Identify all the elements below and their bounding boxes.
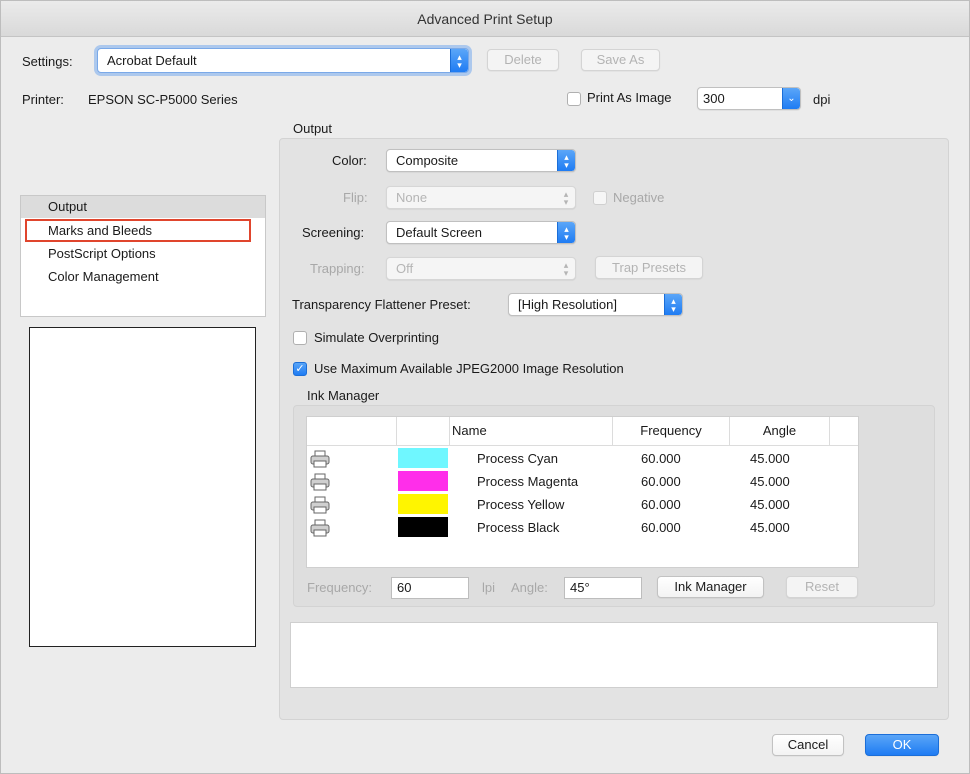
delete-button[interactable]: Delete — [487, 49, 559, 71]
section-list-item-label: Color Management — [48, 269, 159, 284]
color-select[interactable]: Composite ▴ ▾ — [386, 149, 576, 172]
ink-swatch — [398, 517, 448, 537]
angle-label: Angle: — [511, 580, 548, 595]
page-preview — [29, 327, 256, 647]
color-label: Color: — [332, 153, 367, 168]
dpi-combobox[interactable]: 300 ⌄ — [697, 87, 801, 110]
frequency-label: Frequency: — [307, 580, 373, 595]
screening-label: Screening: — [302, 225, 365, 240]
cancel-button[interactable]: Cancel — [772, 734, 844, 756]
printer-icon — [310, 473, 330, 491]
ink-manager-button[interactable]: Ink Manager — [657, 576, 764, 598]
simulate-overprinting-label[interactable]: Simulate Overprinting — [314, 330, 439, 345]
dpi-value: 300 — [703, 91, 725, 106]
trapping-select-value: Off — [396, 261, 414, 276]
save-as-button[interactable]: Save As — [581, 49, 660, 71]
print-as-image-checkbox[interactable] — [567, 92, 581, 106]
window-title: Advanced Print Setup — [1, 1, 969, 37]
printer-icon — [310, 450, 330, 468]
negative-label: Negative — [613, 190, 665, 205]
ink-angle: 45.000 — [750, 451, 790, 466]
printer-label: Printer: — [22, 92, 64, 107]
popup-arrows-icon: ▴ ▾ — [557, 222, 575, 243]
advanced-print-setup-dialog: Advanced Print Setup Settings: Acrobat D… — [0, 0, 970, 774]
flip-select-value: None — [396, 190, 428, 205]
settings-select-value: Acrobat Default — [107, 53, 197, 68]
simulate-overprinting-checkbox[interactable] — [293, 331, 307, 345]
ink-name: Process Yellow — [477, 497, 565, 512]
print-as-image-label[interactable]: Print As Image — [587, 90, 672, 105]
ink-swatch — [398, 448, 448, 468]
ok-button[interactable]: OK — [865, 734, 939, 756]
ink-table: Name Frequency Angle Process Cyan 60.000… — [306, 416, 859, 568]
ink-swatch — [398, 471, 448, 491]
section-list-item-marks-and-bleeds[interactable]: Marks and Bleeds — [25, 219, 251, 242]
lpi-label: lpi — [482, 580, 496, 595]
table-header-icon — [307, 417, 397, 445]
section-list-item-color-management[interactable]: Color Management — [21, 266, 265, 288]
color-select-value: Composite — [396, 153, 459, 168]
settings-select[interactable]: Acrobat Default ▴ ▾ — [97, 48, 469, 73]
table-row[interactable]: Process Magenta 60.000 45.000 — [307, 471, 858, 494]
table-header-angle[interactable]: Angle — [730, 417, 830, 445]
reset-button[interactable]: Reset — [786, 576, 858, 598]
table-row[interactable]: Process Yellow 60.000 45.000 — [307, 494, 858, 517]
ink-manager-title: Ink Manager — [307, 388, 380, 403]
popup-arrows-icon: ▴ ▾ — [563, 259, 569, 278]
ink-frequency: 60.000 — [641, 520, 681, 535]
dpi-unit-label: dpi — [813, 92, 831, 107]
screening-select-value: Default Screen — [396, 225, 482, 240]
negative-checkbox[interactable] — [593, 191, 607, 205]
jpeg2000-checkbox[interactable]: ✓ — [293, 362, 307, 376]
flip-label: Flip: — [343, 190, 368, 205]
printer-icon — [310, 496, 330, 514]
ink-frequency: 60.000 — [641, 451, 681, 466]
trapping-select[interactable]: Off ▴ ▾ — [386, 257, 576, 280]
frequency-input[interactable]: 60 — [391, 577, 469, 599]
table-header-divider — [307, 445, 858, 446]
ink-angle: 45.000 — [750, 497, 790, 512]
popup-arrows-icon: ▴ ▾ — [563, 188, 569, 207]
table-row[interactable]: Process Black 60.000 45.000 — [307, 517, 858, 540]
table-header-name[interactable]: Name — [450, 417, 613, 445]
jpeg2000-label[interactable]: Use Maximum Available JPEG2000 Image Res… — [314, 361, 624, 376]
flip-select[interactable]: None ▴ ▾ — [386, 186, 576, 209]
ink-frequency: 60.000 — [641, 497, 681, 512]
ink-name: Process Magenta — [477, 474, 579, 489]
flattener-select[interactable]: [High Resolution] ▴ ▾ — [508, 293, 683, 316]
section-list-item-label: PostScript Options — [48, 246, 156, 261]
table-header-frequency[interactable]: Frequency — [613, 417, 730, 445]
trap-presets-button[interactable]: Trap Presets — [595, 256, 703, 279]
section-list-item-label: Output — [48, 199, 88, 214]
screening-select[interactable]: Default Screen ▴ ▾ — [386, 221, 576, 244]
description-box — [290, 622, 938, 688]
ink-angle: 45.000 — [750, 520, 790, 535]
ink-name: Process Black — [477, 520, 560, 535]
section-list-item-postscript-options[interactable]: PostScript Options — [21, 243, 265, 265]
printer-icon — [310, 519, 330, 537]
table-row[interactable]: Process Cyan 60.000 45.000 — [307, 448, 858, 471]
ink-swatch — [398, 494, 448, 514]
trapping-label: Trapping: — [310, 261, 365, 276]
table-header-swatch — [397, 417, 450, 445]
settings-label: Settings: — [22, 54, 73, 69]
chevron-down-icon: ⌄ — [782, 88, 800, 109]
section-list-item-output[interactable]: Output — [21, 196, 265, 218]
ink-name: Process Cyan — [477, 451, 558, 466]
output-section-title: Output — [293, 121, 333, 136]
ink-frequency: 60.000 — [641, 474, 681, 489]
angle-input[interactable]: 45° — [564, 577, 642, 599]
printer-name: EPSON SC-P5000 Series — [88, 92, 238, 107]
ink-angle: 45.000 — [750, 474, 790, 489]
popup-arrows-icon: ▴ ▾ — [557, 150, 575, 171]
flattener-label: Transparency Flattener Preset: — [292, 297, 471, 312]
popup-arrows-icon: ▴ ▾ — [664, 294, 682, 315]
checkmark-icon: ✓ — [295, 363, 305, 375]
flattener-select-value: [High Resolution] — [518, 297, 617, 312]
section-list: Output Marks and Bleeds PostScript Optio… — [20, 195, 266, 317]
section-list-item-label: Marks and Bleeds — [48, 223, 153, 238]
popup-arrows-icon: ▴ ▾ — [450, 49, 468, 72]
